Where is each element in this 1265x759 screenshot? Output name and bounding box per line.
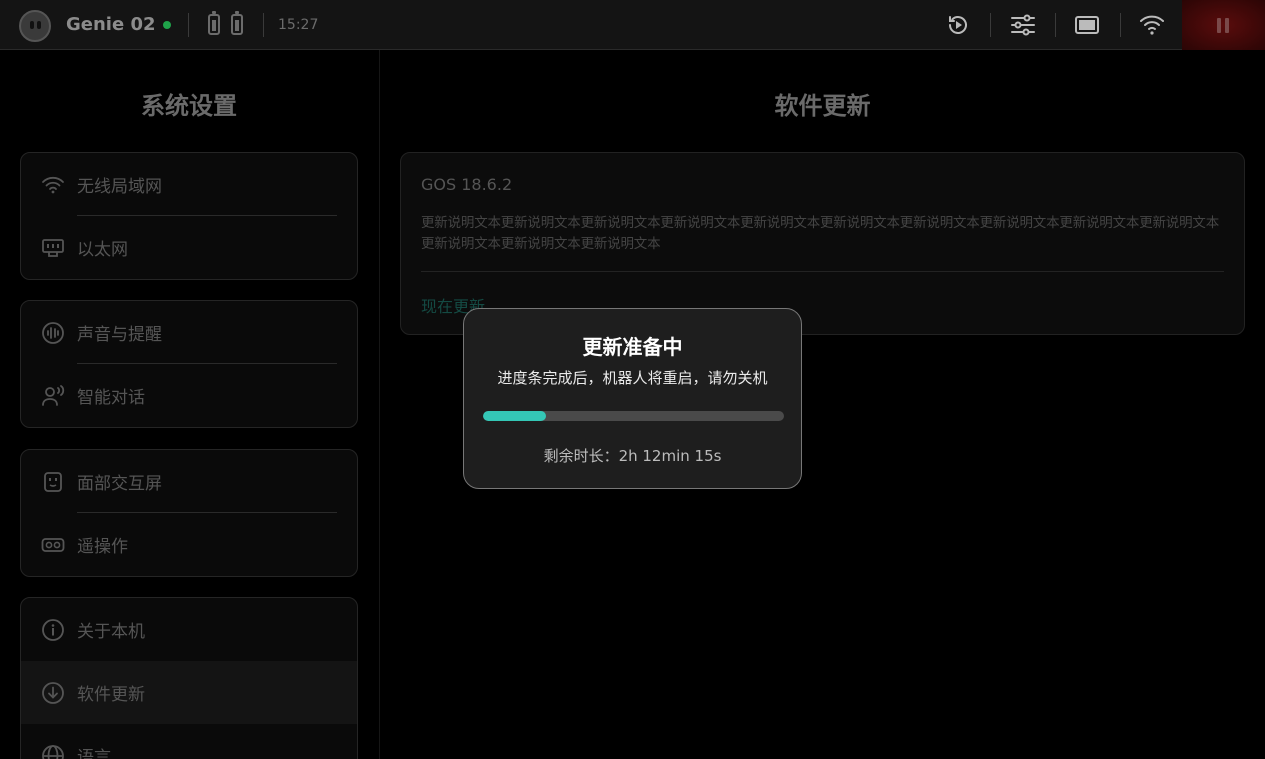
update-description: 更新说明文本更新说明文本更新说明文本更新说明文本更新说明文本更新说明文本更新说明… <box>421 215 1219 252</box>
ethernet-icon <box>42 238 64 257</box>
device-name: Genie 02 <box>66 14 156 35</box>
connection-status-dot <box>163 21 171 29</box>
replay-icon[interactable] <box>944 11 972 39</box>
settings-group: 关于本机 软件更新 语言 <box>20 597 358 759</box>
sidebar-item-label: 无线局域网 <box>77 177 162 197</box>
sidebar-item-ethernet[interactable]: 以太网 <box>21 216 357 279</box>
progress-bar <box>483 411 784 421</box>
battery-icon <box>231 11 243 35</box>
robot-face-icon <box>19 10 51 42</box>
sidebar-item-sound[interactable]: 声音与提醒 <box>21 301 357 364</box>
update-version: GOS 18.6.2 <box>421 175 513 194</box>
divider <box>1055 13 1056 37</box>
sidebar-item-about[interactable]: 关于本机 <box>21 598 357 661</box>
sidebar-item-label: 软件更新 <box>77 685 145 705</box>
clock-time: 15:27 <box>278 17 319 33</box>
remaining-time: 剩余时长：2h 12min 15s <box>543 447 722 465</box>
dialog-title: 更新准备中 <box>582 335 683 359</box>
info-icon <box>42 618 64 641</box>
sidebar-item-label: 以太网 <box>77 240 128 260</box>
sidebar-item-label: 面部交互屏 <box>77 474 162 494</box>
settings-group: 声音与提醒 智能对话 <box>20 300 358 428</box>
dialog-message: 进度条完成后，机器人将重启，请勿关机 <box>497 369 768 387</box>
voice-person-icon <box>42 384 65 406</box>
sidebar-item-label: 声音与提醒 <box>77 325 162 345</box>
sidebar-item-label: 智能对话 <box>77 388 145 408</box>
wifi-icon <box>42 176 64 193</box>
page-title: 软件更新 <box>774 92 871 120</box>
battery-icon <box>208 11 220 35</box>
sidebar-item-software-update[interactable]: 软件更新 <box>21 661 357 724</box>
update-progress-dialog: 更新准备中 进度条完成后，机器人将重启，请勿关机 剩余时长：2h 12min 1… <box>463 308 802 489</box>
divider <box>188 13 189 37</box>
progress-bar-fill <box>483 411 547 421</box>
sliders-icon[interactable] <box>1009 11 1037 39</box>
pause-button[interactable] <box>1182 0 1265 50</box>
sidebar-item-language[interactable]: 语言 <box>21 724 357 759</box>
sidebar-item-teleoperation[interactable]: 遥操作 <box>21 513 357 576</box>
face-screen-icon <box>44 471 62 492</box>
divider <box>379 50 380 759</box>
divider <box>1120 13 1121 37</box>
top-bar: Genie 02 15:27 <box>0 0 1265 50</box>
vr-headset-icon <box>41 537 65 552</box>
divider <box>263 13 264 37</box>
sidebar-item-label: 遥操作 <box>77 537 128 557</box>
divider <box>990 13 991 37</box>
globe-icon <box>42 744 64 759</box>
wifi-icon[interactable] <box>1138 11 1166 39</box>
divider <box>421 271 1224 272</box>
sidebar-item-label: 关于本机 <box>77 622 145 642</box>
download-icon <box>42 681 64 704</box>
sound-wave-icon <box>42 321 64 344</box>
pause-icon <box>1217 18 1221 33</box>
sidebar-item-face-screen[interactable]: 面部交互屏 <box>21 450 357 513</box>
sidebar-title: 系统设置 <box>141 92 237 120</box>
settings-group: 面部交互屏 遥操作 <box>20 449 358 577</box>
settings-group: 无线局域网 以太网 <box>20 152 358 280</box>
screen-icon[interactable] <box>1073 11 1101 39</box>
sidebar-item-smart-dialog[interactable]: 智能对话 <box>21 364 357 427</box>
sidebar-item-label: 语言 <box>77 748 111 759</box>
sidebar-item-wifi[interactable]: 无线局域网 <box>21 153 357 216</box>
